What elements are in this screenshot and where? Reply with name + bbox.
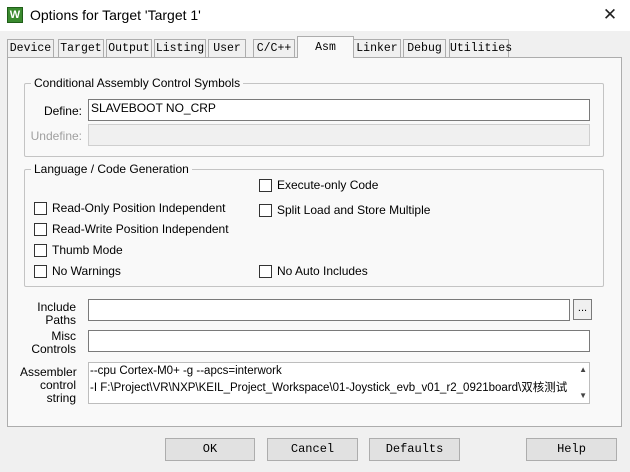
tab-utilities[interactable]: Utilities	[449, 39, 512, 57]
no-warnings-checkbox[interactable]	[34, 265, 47, 278]
window-title: Options for Target 'Target 1'	[30, 7, 201, 23]
scroll-up-icon[interactable]: ▲	[579, 365, 587, 374]
defaults-button[interactable]: Defaults	[369, 438, 460, 461]
no-warnings-label: No Warnings	[52, 264, 121, 278]
rwpi-label: Read-Write Position Independent	[52, 222, 229, 236]
no-auto-includes-checkbox[interactable]	[259, 265, 272, 278]
title-bar: W Options for Target 'Target 1' ✕	[0, 0, 630, 31]
tab-listing[interactable]: Listing	[154, 39, 206, 57]
help-button[interactable]: Help	[526, 438, 617, 461]
assembler-control-string[interactable]: --cpu Cortex-M0+ -g --apcs=interwork -I …	[88, 362, 590, 404]
language-code-generation-legend: Language / Code Generation	[34, 162, 189, 176]
define-label: Define:	[43, 104, 82, 118]
tab-user[interactable]: User	[208, 39, 246, 57]
close-icon[interactable]: ✕	[598, 4, 622, 26]
include-label-line2: Paths	[45, 313, 76, 327]
undefine-input[interactable]	[88, 124, 590, 146]
ropi-checkbox[interactable]	[34, 202, 47, 215]
split-load-label: Split Load and Store Multiple	[277, 203, 431, 217]
tab-asm[interactable]: Asm	[297, 36, 354, 58]
assembler-line-1: --cpu Cortex-M0+ -g --apcs=interwork	[90, 365, 282, 377]
undefine-label: Undefine:	[30, 129, 82, 143]
split-load-checkbox[interactable]	[259, 204, 272, 217]
tab-output[interactable]: Output	[106, 39, 152, 57]
assembler-label-line3: string	[46, 391, 76, 405]
include-paths-browse-button[interactable]: ...	[573, 299, 592, 320]
keil-app-icon: W	[7, 7, 23, 23]
thumb-mode-checkbox[interactable]	[34, 244, 47, 257]
execute-only-checkbox[interactable]	[259, 179, 272, 192]
rwpi-checkbox[interactable]	[34, 223, 47, 236]
assembler-line-2: -I F:\Project\VR\NXP\KEIL_Project_Worksp…	[90, 382, 568, 394]
misc-controls-input[interactable]	[88, 330, 590, 352]
ropi-label: Read-Only Position Independent	[52, 201, 226, 215]
tab-strip: Device Target Output Listing User C/C++ …	[7, 36, 622, 58]
thumb-mode-label: Thumb Mode	[52, 243, 123, 257]
define-input[interactable]: SLAVEBOOT NO_CRP	[88, 99, 590, 121]
conditional-assembly-legend: Conditional Assembly Control Symbols	[34, 76, 241, 90]
assembler-label-line1: Assembler	[20, 365, 77, 379]
no-auto-includes-label: No Auto Includes	[277, 264, 368, 278]
misc-label-line2: Controls	[31, 342, 76, 356]
tab-debug[interactable]: Debug	[403, 39, 446, 57]
include-label-line1: Include	[37, 300, 76, 314]
include-paths-input[interactable]	[88, 299, 570, 321]
tab-target[interactable]: Target	[58, 39, 104, 57]
misc-label-line1: Misc	[51, 329, 76, 343]
tab-c-cpp[interactable]: C/C++	[253, 39, 295, 57]
execute-only-label: Execute-only Code	[277, 178, 379, 192]
assembler-label-line2: control	[39, 378, 76, 392]
cancel-button[interactable]: Cancel	[267, 438, 358, 461]
tab-linker[interactable]: Linker	[353, 39, 401, 57]
tab-device[interactable]: Device	[7, 39, 54, 57]
ok-button[interactable]: OK	[165, 438, 255, 461]
scroll-down-icon[interactable]: ▼	[579, 391, 587, 400]
